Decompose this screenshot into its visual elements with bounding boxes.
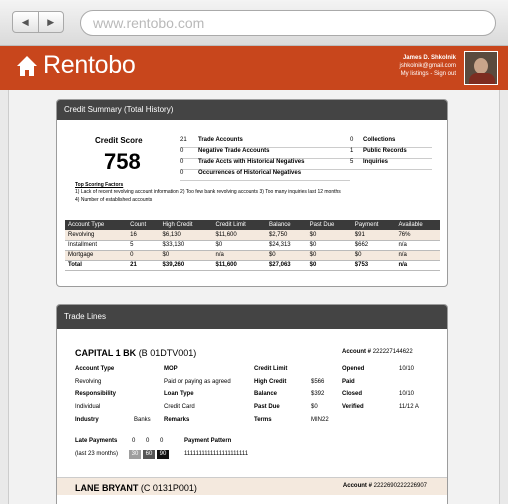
past-due-value: $0 [311,404,318,410]
late-bucket-90: 90 [157,450,169,459]
trade-lines-title: Trade Lines [57,305,447,329]
browser-toolbar: ◀ ▶ www.rentobo.com [0,0,508,46]
nav-buttons: ◀ ▶ [12,11,64,33]
stat-row: 5 Inquiries [350,159,432,170]
balance-label: Balance [254,391,278,397]
loan-type-value: Credit Card [164,404,195,410]
forward-arrow-icon[interactable]: ▶ [37,12,64,32]
logo[interactable]: Rentobo [16,51,136,80]
user-info: James D. Shkolnik jshkolnik@gmail.com My… [400,54,456,78]
address-bar[interactable]: www.rentobo.com [80,10,496,36]
top-factors-title: Top Scoring Factors [75,182,124,188]
account-summary-table: Account Type Count High Credit Credit Limi… [65,220,440,271]
account-number-row: Account # 222227144622 [342,349,413,355]
stat-row: 0 Collections [350,137,432,148]
table-total-row: Total 21 $39,260 $11,600 $27,063 $0 $753 n/a [65,260,440,271]
user-name: James D. Shkolnik [402,55,456,61]
site-header: Rentobo James D. Shkolnik jshkolnik@gmai… [0,46,508,90]
opened-value: 10/10 [399,366,415,372]
account-label: Account # [342,483,372,489]
stat-row: 21 Trade Accounts [180,137,350,148]
stat-row: 0 Trade Accts with Historical Negatives [180,159,350,170]
credit-limit-label: Credit Limit [254,366,288,372]
closed-value: 10/10 [399,391,415,397]
late-count-90: 0 [160,438,164,444]
responsibility-label: Responsibility [75,391,117,397]
table-row: Mortgage 0 $0 n/a $0 $0 $0 n/a [65,250,440,261]
high-credit-value: $566 [311,379,325,385]
credit-summary-title: Credit Summary (Total History) [57,100,447,120]
trade-line-capital1[interactable]: CAPITAL 1 BK (B 01DTV001) [75,348,196,358]
responsibility-value: Individual [75,404,101,410]
trade-lines-panel: Trade Lines LANE BRYANT (C 0131P001) Acc… [56,304,448,504]
opened-label: Opened [342,366,365,372]
late-period: (last 23 months) [75,451,119,457]
trade-line-lane-bryant[interactable]: LANE BRYANT (C 0131P001) Account # 22226… [57,477,447,495]
table-row: Installment 5 $33,130 $0 $24,313 $0 $662 n/a [65,240,440,251]
loan-type-label: Loan Type [164,391,194,397]
table-row: Revolving 16 $6,130 $11,600 $2,750 $0 $91 76% [65,230,440,241]
stat-row: 1 Public Records [350,148,432,159]
trade-name: CAPITAL 1 BK [75,348,137,358]
industry-value: Banks [134,417,151,423]
account-number: 2222690222226907 [373,483,427,489]
payment-pattern-label: Payment Pattern [184,438,232,444]
stat-row: 0 Occurrences of Historical Negatives [180,170,350,181]
terms-label: Terms [254,417,272,423]
trade-code: (C 0131P001) [140,483,197,493]
credit-score-label: Credit Score [95,136,143,145]
account-number: 222227144622 [372,349,413,355]
house-icon [17,55,37,76]
remarks-label: Remarks [164,417,190,423]
account-type-value: Revolving [75,379,102,385]
avatar[interactable] [464,51,498,85]
verified-value: 11/12 A [399,404,419,410]
late-payments-label: Late Payments [75,438,118,444]
late-count-30: 0 [132,438,136,444]
mop-value: Paid or paying as agreed [164,379,231,385]
factors-line-2: 4) Number of established accounts [75,197,153,203]
late-bucket-60: 60 [143,450,155,459]
late-count-60: 0 [146,438,150,444]
verified-label: Verified [342,404,364,410]
account-type-label: Account Type [75,366,115,372]
stat-row: 0 Negative Trade Accounts [180,148,350,159]
industry-label: Industry [75,417,99,423]
credit-score-value: 758 [104,149,141,174]
late-bucket-30: 30 [129,450,141,459]
trade-code: (B 01DTV001) [138,348,197,358]
brand-name: Rentobo [43,51,136,79]
mop-label: MOP [164,366,178,372]
closed-label: Closed [342,391,363,397]
table-header-row: Account Type Count High Credit Credit Limi… [65,220,440,230]
payment-pattern-value: 1111111111111111111111 [184,451,249,457]
trade-name: LANE BRYANT [75,483,139,493]
user-email: jshkolnik@gmail.com [399,63,456,69]
balance-value: $392 [311,391,325,397]
paid-label: Paid [342,379,355,385]
factors-line-1: 1) Lack of recent revolving account info… [75,189,341,195]
back-arrow-icon[interactable]: ◀ [13,12,38,32]
account-links[interactable]: My listings - Sign out [400,70,456,78]
high-credit-label: High Credit [254,379,287,385]
account-label: Account # [342,349,372,355]
past-due-label: Past Due [254,404,280,410]
terms-value: MIN22 [311,417,329,423]
